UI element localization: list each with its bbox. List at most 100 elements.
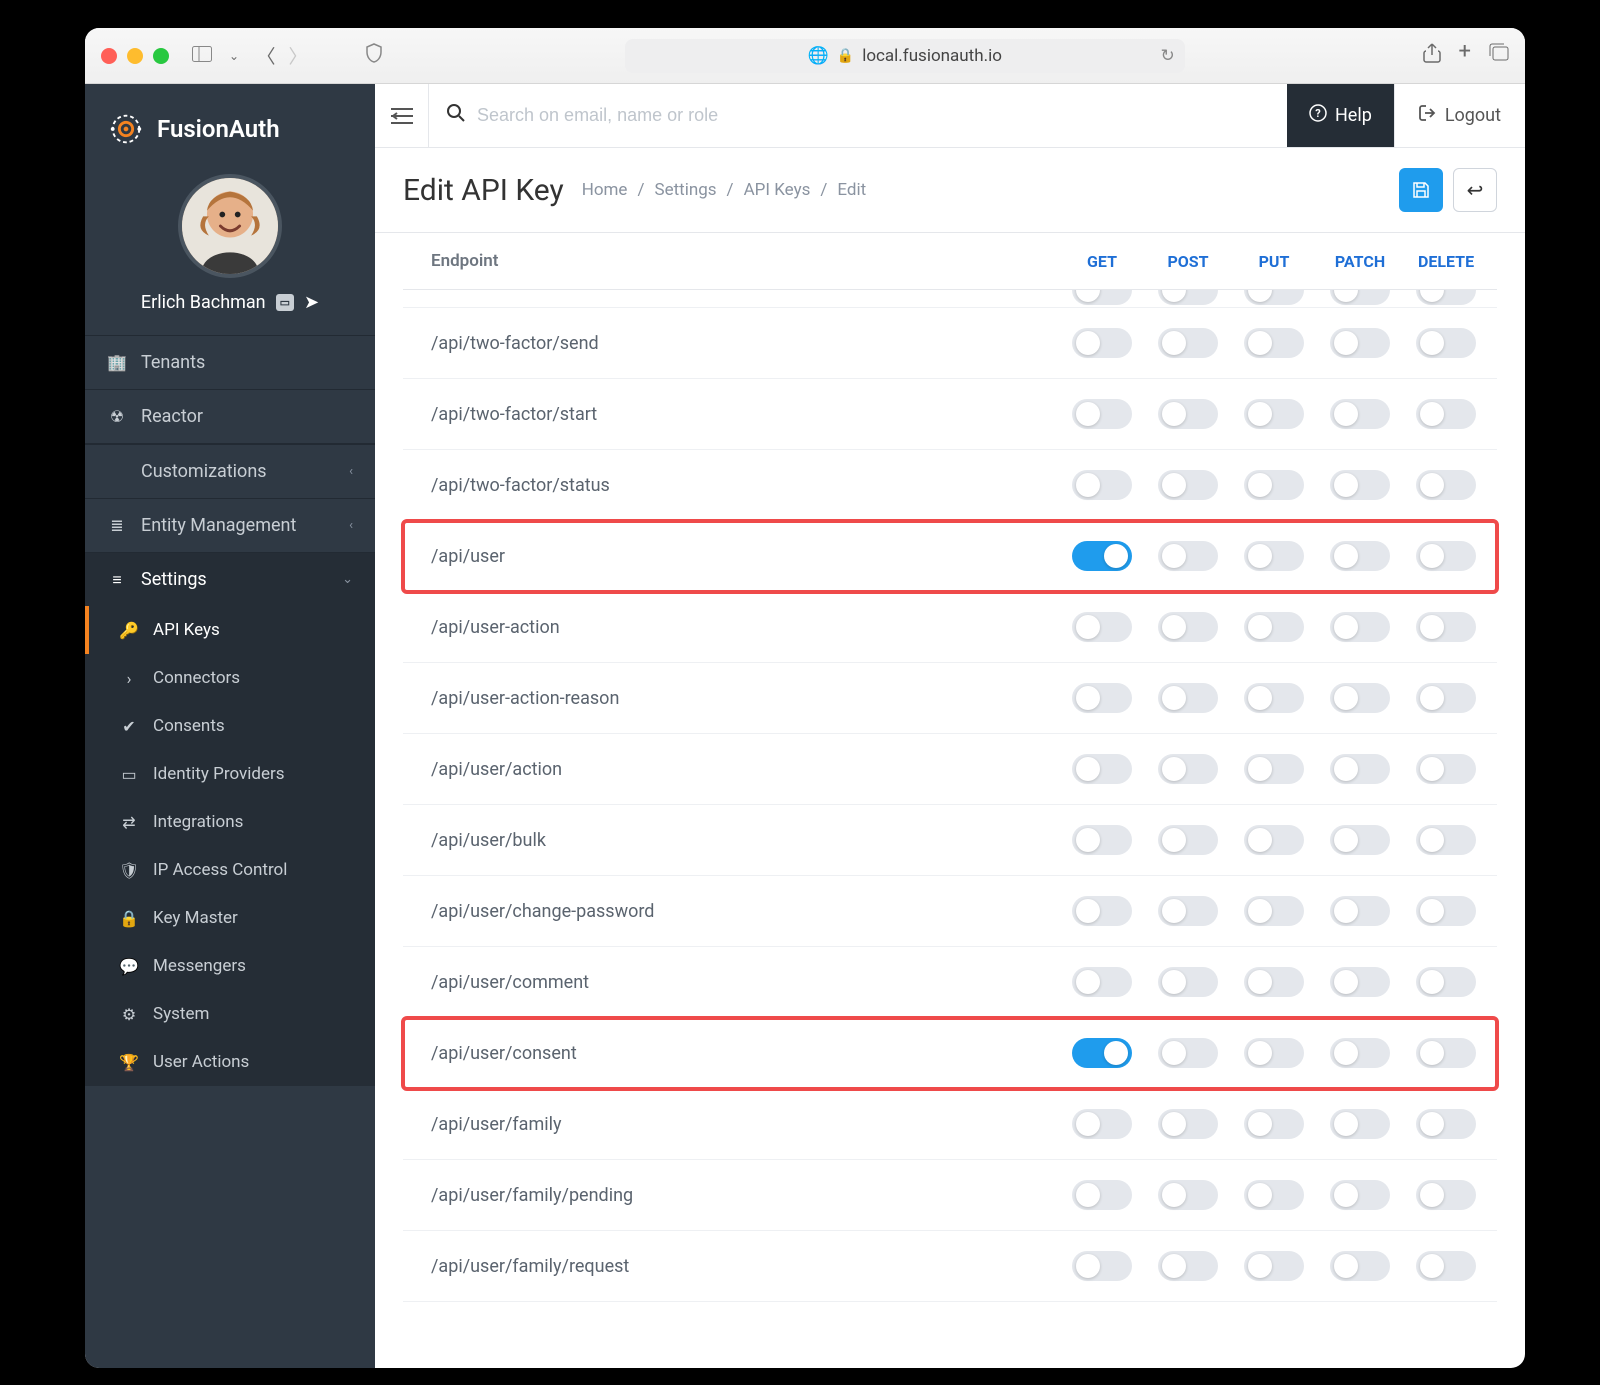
sidebar-subitem[interactable]: 🏆User Actions <box>85 1038 375 1086</box>
permission-toggle[interactable] <box>1416 1038 1476 1068</box>
sidebar-subitem[interactable]: 🔒Key Master <box>85 894 375 942</box>
sidebar-subitem[interactable]: 💬Messengers <box>85 942 375 990</box>
logout-button[interactable]: Logout <box>1394 84 1525 147</box>
permission-toggle[interactable] <box>1330 967 1390 997</box>
permission-toggle[interactable] <box>1158 754 1218 784</box>
permission-toggle[interactable] <box>1244 967 1304 997</box>
permission-toggle[interactable] <box>1330 1038 1390 1068</box>
avatar[interactable] <box>178 174 282 278</box>
permission-toggle[interactable] <box>1416 470 1476 500</box>
permission-toggle[interactable] <box>1158 683 1218 713</box>
permission-toggle[interactable] <box>1416 754 1476 784</box>
back-button[interactable]: ↩ <box>1453 168 1497 212</box>
sidebar-item[interactable]: ☢Reactor <box>85 390 375 444</box>
permission-toggle[interactable] <box>1416 541 1476 571</box>
tab-overview-icon[interactable] <box>1489 43 1509 68</box>
permission-toggle[interactable] <box>1158 290 1218 305</box>
permission-toggle[interactable] <box>1072 612 1132 642</box>
permission-toggle[interactable] <box>1330 290 1390 305</box>
permission-toggle[interactable] <box>1416 328 1476 358</box>
permission-toggle[interactable] <box>1244 290 1304 305</box>
permission-toggle[interactable] <box>1244 399 1304 429</box>
privacy-shield-icon[interactable] <box>361 43 387 68</box>
crumb[interactable]: API Keys <box>744 180 811 200</box>
crumb[interactable]: Settings <box>654 180 716 200</box>
permission-toggle[interactable] <box>1158 896 1218 926</box>
permission-toggle[interactable] <box>1072 470 1132 500</box>
share-icon[interactable] <box>1423 43 1441 68</box>
forward-icon[interactable]: 〉 <box>285 42 311 69</box>
permission-toggle[interactable] <box>1330 328 1390 358</box>
refresh-icon[interactable]: ↻ <box>1161 46 1175 66</box>
permission-toggle[interactable] <box>1158 1038 1218 1068</box>
address-bar[interactable]: 🌐 🔒 local.fusionauth.io ↻ <box>625 39 1185 73</box>
chevron-down-icon[interactable]: ⌄ <box>221 49 247 63</box>
permission-toggle[interactable] <box>1072 825 1132 855</box>
permission-toggle[interactable] <box>1072 683 1132 713</box>
permission-toggle[interactable] <box>1416 399 1476 429</box>
permission-toggle[interactable] <box>1244 896 1304 926</box>
permission-toggle[interactable] <box>1244 328 1304 358</box>
sidebar-group[interactable]: Customizations‹ <box>85 444 375 498</box>
sidebar-subitem[interactable]: 🔑API Keys <box>85 606 375 654</box>
permission-toggle[interactable] <box>1330 825 1390 855</box>
permission-toggle[interactable] <box>1158 1180 1218 1210</box>
permission-toggle[interactable] <box>1416 1180 1476 1210</box>
permission-toggle[interactable] <box>1158 1251 1218 1281</box>
permission-toggle[interactable] <box>1158 470 1218 500</box>
permission-toggle[interactable] <box>1416 290 1476 305</box>
permission-toggle[interactable] <box>1158 1109 1218 1139</box>
permission-toggle[interactable] <box>1244 683 1304 713</box>
back-icon[interactable]: 〈 <box>253 42 279 69</box>
permission-toggle[interactable] <box>1244 1251 1304 1281</box>
permission-toggle[interactable] <box>1416 896 1476 926</box>
permission-toggle[interactable] <box>1244 541 1304 571</box>
permission-toggle[interactable] <box>1244 754 1304 784</box>
maximize-window-icon[interactable] <box>153 48 169 64</box>
permission-toggle[interactable] <box>1416 1109 1476 1139</box>
permission-toggle[interactable] <box>1416 1251 1476 1281</box>
permission-toggle[interactable] <box>1072 1180 1132 1210</box>
sidebar-subitem[interactable]: ⚙System <box>85 990 375 1038</box>
sidebar-subitem[interactable]: ›Connectors <box>85 654 375 702</box>
permission-toggle[interactable] <box>1330 683 1390 713</box>
permission-toggle[interactable] <box>1072 896 1132 926</box>
permission-toggle[interactable] <box>1244 1109 1304 1139</box>
save-button[interactable] <box>1399 168 1443 212</box>
permission-toggle[interactable] <box>1072 967 1132 997</box>
sidebar-group[interactable]: ≡Settings⌄ <box>85 552 375 606</box>
permission-toggle[interactable] <box>1330 470 1390 500</box>
permission-toggle[interactable] <box>1330 612 1390 642</box>
permission-toggle[interactable] <box>1330 1109 1390 1139</box>
permission-toggle[interactable] <box>1416 683 1476 713</box>
sidebar-toggle-icon[interactable] <box>189 44 215 67</box>
crumb[interactable]: Home <box>582 180 628 200</box>
sidebar-subitem[interactable]: ▭Identity Providers <box>85 750 375 798</box>
site-settings-icon[interactable]: 🌐 <box>808 46 829 66</box>
help-button[interactable]: ? Help <box>1287 84 1394 147</box>
permission-toggle[interactable] <box>1330 399 1390 429</box>
search-input[interactable] <box>477 105 1269 126</box>
permission-toggle[interactable] <box>1072 290 1132 305</box>
permission-toggle[interactable] <box>1072 399 1132 429</box>
permission-toggle[interactable] <box>1244 470 1304 500</box>
sidebar-subitem[interactable]: 🛡IP Access Control <box>85 846 375 894</box>
permission-toggle[interactable] <box>1072 1038 1132 1068</box>
permission-toggle[interactable] <box>1330 754 1390 784</box>
close-window-icon[interactable] <box>101 48 117 64</box>
sidebar-subitem[interactable]: ⇄Integrations <box>85 798 375 846</box>
permission-toggle[interactable] <box>1330 1251 1390 1281</box>
minimize-window-icon[interactable] <box>127 48 143 64</box>
permission-toggle[interactable] <box>1072 541 1132 571</box>
permission-toggle[interactable] <box>1158 967 1218 997</box>
brand-logo[interactable]: FusionAuth <box>85 84 375 166</box>
permission-toggle[interactable] <box>1416 825 1476 855</box>
permission-toggle[interactable] <box>1158 825 1218 855</box>
permission-toggle[interactable] <box>1244 612 1304 642</box>
permission-toggle[interactable] <box>1158 399 1218 429</box>
sidebar-group[interactable]: ≣Entity Management‹ <box>85 498 375 552</box>
permission-toggle[interactable] <box>1416 612 1476 642</box>
sidebar-item[interactable]: 🏢Tenants <box>85 336 375 390</box>
permission-toggle[interactable] <box>1158 328 1218 358</box>
permission-toggle[interactable] <box>1072 1251 1132 1281</box>
